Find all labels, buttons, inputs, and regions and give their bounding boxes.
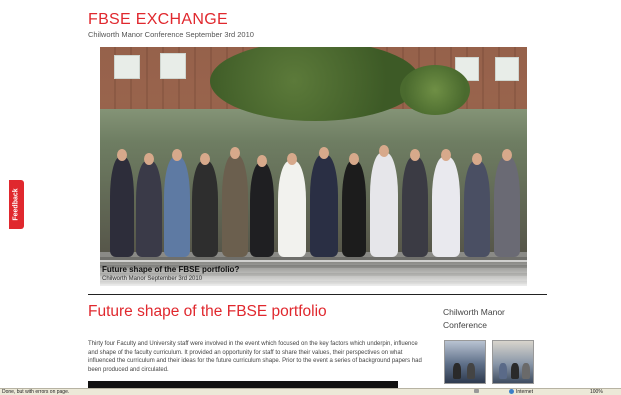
- video-player[interactable]: [88, 381, 398, 388]
- hero-caption-title[interactable]: Future shape of the FBSE portfolio?: [102, 265, 239, 274]
- sidebar-title[interactable]: Chilworth Manor Conference: [443, 306, 543, 332]
- site-title[interactable]: FBSE EXCHANGE: [88, 11, 228, 29]
- feedback-tab[interactable]: Feedback: [9, 180, 24, 229]
- globe-icon: [509, 389, 514, 394]
- lock-icon: [474, 389, 479, 393]
- hero-group-photo: [100, 127, 527, 257]
- status-text: Done, but with errors on page.: [2, 389, 70, 395]
- hero-window: [114, 55, 140, 79]
- hero-slideshow[interactable]: Future shape of the FBSE portfolio? Chil…: [100, 47, 527, 286]
- hero-window: [160, 53, 186, 79]
- hero-tree: [210, 47, 420, 121]
- gallery-thumbnail[interactable]: [444, 340, 486, 384]
- security-zone: Internet: [516, 389, 533, 395]
- article-body: Thirty four Faculty and University staff…: [88, 341, 422, 374]
- feedback-label: Feedback: [13, 188, 21, 221]
- site-subtitle: Chilworth Manor Conference September 3rd…: [88, 30, 254, 39]
- hero-tree: [400, 65, 470, 115]
- section-divider: [88, 294, 547, 295]
- hero-caption-subtitle: Chilworth Manor September 3rd 2010: [102, 276, 203, 282]
- hero-window: [495, 57, 519, 81]
- article-title: Future shape of the FBSE portfolio: [88, 303, 327, 320]
- gallery-thumbnail[interactable]: [492, 340, 534, 384]
- zoom-level[interactable]: 100%: [590, 389, 603, 395]
